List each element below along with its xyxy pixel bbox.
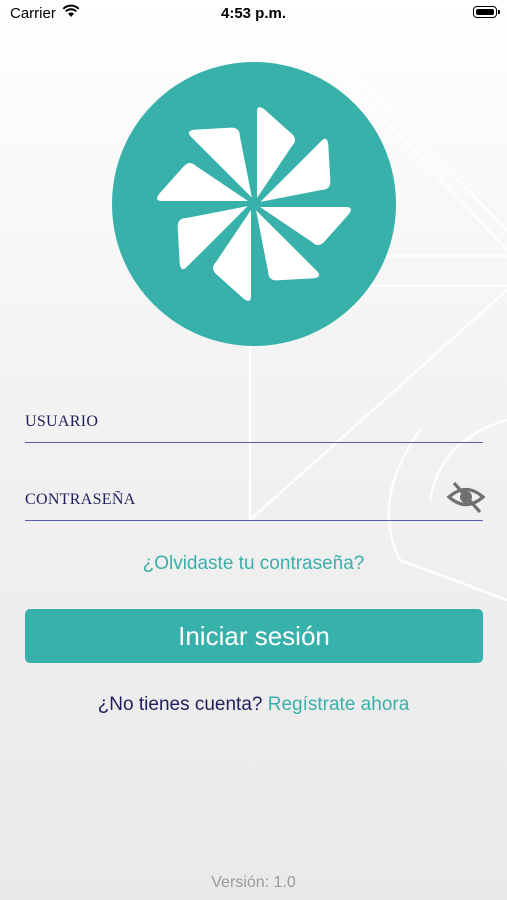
- forgot-password-link[interactable]: ¿Olvidaste tu contraseña?: [0, 553, 507, 575]
- username-input[interactable]: [25, 408, 425, 436]
- version-label: Versión: 1.0: [211, 874, 296, 891]
- signup-link[interactable]: Regístrate ahora: [268, 694, 410, 715]
- status-bar: Carrier 4:53 p.m.: [0, 0, 507, 28]
- password-field[interactable]: [25, 476, 486, 521]
- signup-row: ¿No tienes cuenta? Regístrate ahora: [0, 694, 507, 716]
- battery-icon: [473, 6, 500, 18]
- status-time: 4:53 p.m.: [220, 5, 287, 22]
- username-field[interactable]: [25, 398, 483, 443]
- app-logo: [112, 62, 396, 346]
- eye-slash-icon[interactable]: [446, 480, 486, 514]
- login-button[interactable]: Iniciar sesión: [25, 609, 483, 663]
- signup-question: ¿No tienes cuenta?: [97, 694, 263, 715]
- password-input[interactable]: [25, 486, 425, 514]
